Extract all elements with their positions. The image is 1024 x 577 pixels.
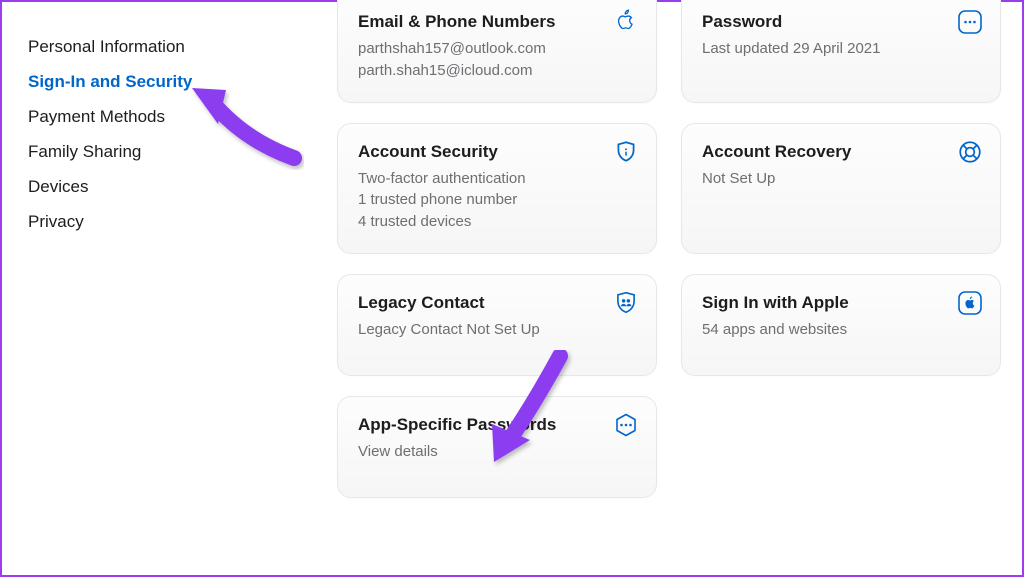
main-content: Email & Phone Numbers parthshah157@outlo… <box>307 0 1022 567</box>
sidebar-item-devices[interactable]: Devices <box>28 170 307 205</box>
sidebar-item-sign-in-security[interactable]: Sign-In and Security <box>28 65 307 100</box>
card-line: parthshah157@outlook.com <box>358 38 636 60</box>
card-line: Legacy Contact Not Set Up <box>358 319 636 341</box>
card-title: Account Recovery <box>702 142 980 162</box>
card-legacy-contact[interactable]: Legacy Contact Legacy Contact Not Set Up <box>337 274 657 376</box>
card-title: Account Security <box>358 142 636 162</box>
card-line: 54 apps and websites <box>702 319 980 341</box>
sidebar-item-personal-information[interactable]: Personal Information <box>28 30 307 65</box>
card-line: Last updated 29 April 2021 <box>702 38 980 60</box>
shield-icon <box>612 138 640 166</box>
sidebar-item-privacy[interactable]: Privacy <box>28 205 307 240</box>
card-line: parth.shah15@icloud.com <box>358 60 636 82</box>
card-password[interactable]: Password Last updated 29 April 2021 <box>681 0 1001 103</box>
hex-ellipsis-icon <box>612 411 640 439</box>
sidebar-item-payment-methods[interactable]: Payment Methods <box>28 100 307 135</box>
card-line: Not Set Up <box>702 168 980 190</box>
apple-box-icon <box>956 289 984 317</box>
card-email-phone[interactable]: Email & Phone Numbers parthshah157@outlo… <box>337 0 657 103</box>
sidebar-item-family-sharing[interactable]: Family Sharing <box>28 135 307 170</box>
ellipsis-box-icon <box>956 8 984 36</box>
card-sign-in-with-apple[interactable]: Sign In with Apple 54 apps and websites <box>681 274 1001 376</box>
card-title: Password <box>702 12 980 32</box>
card-account-recovery[interactable]: Account Recovery Not Set Up <box>681 123 1001 254</box>
card-account-security[interactable]: Account Security Two-factor authenticati… <box>337 123 657 254</box>
people-shield-icon <box>612 289 640 317</box>
apple-icon <box>612 8 640 36</box>
card-title: Legacy Contact <box>358 293 636 313</box>
card-title: Email & Phone Numbers <box>358 12 636 32</box>
card-title: Sign In with Apple <box>702 293 980 313</box>
card-app-specific-passwords[interactable]: App-Specific Passwords View details <box>337 396 657 498</box>
card-line: 1 trusted phone number <box>358 189 636 211</box>
card-line: View details <box>358 441 636 463</box>
card-title: App-Specific Passwords <box>358 415 636 435</box>
sidebar: Personal Information Sign-In and Securit… <box>2 2 307 575</box>
card-line: 4 trusted devices <box>358 211 636 233</box>
card-line: Two-factor authentication <box>358 168 636 190</box>
lifebuoy-icon <box>956 138 984 166</box>
